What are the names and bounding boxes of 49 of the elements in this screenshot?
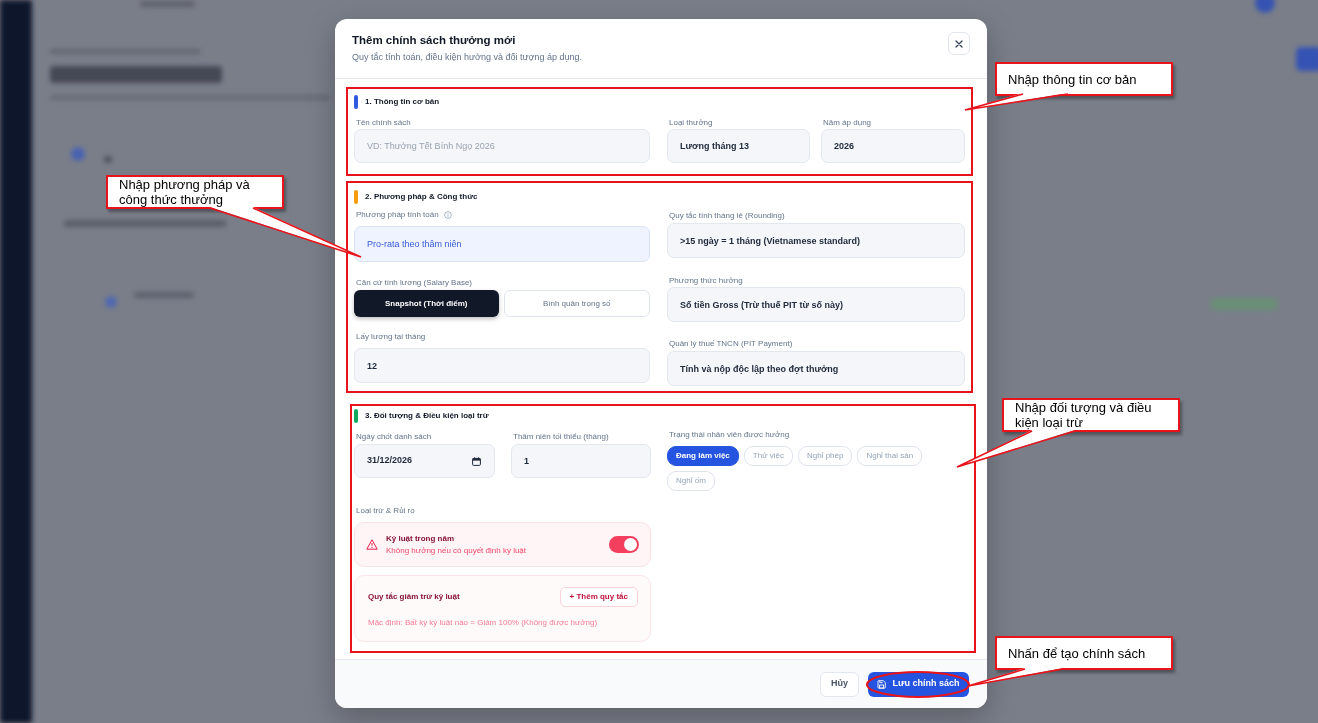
field-label: Quản lý thuế TNCN (PIT Payment): [668, 339, 794, 349]
add-rule-button[interactable]: + Thêm quy tắc: [559, 587, 638, 607]
close-icon: [955, 39, 963, 48]
field-label: Loại trừ & Rủi ro: [355, 506, 416, 516]
text-field[interactable]: Pro-rata theo thâm niên: [354, 226, 650, 262]
date-field[interactable]: 31/12/2026: [354, 444, 495, 478]
rule-description: Không hưởng nếu có quyết định kỷ luật: [386, 545, 527, 556]
text-field[interactable]: 12: [354, 348, 650, 383]
field-label: Ngày chốt danh sách: [355, 432, 433, 442]
field-label: Phương pháp tính toán: [355, 210, 439, 220]
field-label: Năm áp dụng: [822, 118, 873, 128]
text-field[interactable]: Số tiền Gross (Trừ thuế PIT từ số này): [667, 287, 965, 322]
status-chip[interactable]: Đang làm việc: [667, 446, 739, 466]
field-label: Trạng thái nhân viên được hưởng: [668, 430, 791, 440]
cancel-button[interactable]: Hủy: [820, 671, 859, 697]
field-label: Lấy lương tại tháng: [355, 332, 427, 342]
field-label: Thâm niên tối thiểu (tháng): [512, 432, 610, 442]
field-label: Phương thức hưởng: [668, 276, 744, 286]
field-label: Loại thưởng: [668, 118, 714, 128]
blurred-icon: [105, 296, 117, 308]
close-button[interactable]: [948, 32, 970, 55]
callout-note: Nhập phương pháp và công thức thưởng: [106, 175, 284, 209]
callout-note: Nhập đối tượng và điều kiện loại trừ: [1002, 398, 1180, 432]
deduction-note: Mặc định: Bất kỳ kỷ luật nào = Giảm 100% (Không được hưởng): [368, 618, 599, 628]
text-field[interactable]: VD: Thưởng Tết Bính Ngọ 2026: [354, 129, 650, 163]
section-heading: 2. Phương pháp & Công thức: [365, 192, 478, 202]
text-field[interactable]: 1: [511, 444, 651, 478]
text-field[interactable]: Lương tháng 13: [667, 129, 810, 163]
text-field[interactable]: >15 ngày = 1 tháng (Vietnamese standard): [667, 223, 965, 258]
text-field[interactable]: Tính và nộp độc lập theo đợt thưởng: [667, 351, 965, 386]
dialog-title: Thêm chính sách thưởng mới: [352, 33, 516, 48]
toggle-switch[interactable]: [609, 536, 639, 553]
text-field[interactable]: 2026: [821, 129, 965, 163]
dialog-subtitle: Quy tắc tính toán, điều kiện hưởng và đối tượng áp dụng.: [352, 51, 582, 63]
field-label: Tên chính sách: [355, 118, 412, 128]
deduction-title: Quy tắc giảm trừ kỷ luật: [368, 592, 460, 602]
segment-button[interactable]: Bình quân trọng số: [503, 290, 650, 317]
warning-icon: [366, 539, 378, 550]
field-label: Căn cứ tính lương (Salary Base): [355, 278, 473, 288]
blurred-icon: [71, 147, 85, 161]
segment-button[interactable]: Snapshot (Thời điểm): [354, 290, 499, 317]
section-heading: 1. Thông tin cơ bản: [365, 97, 440, 107]
field-label: Quy tắc tính tháng lẻ (Rounding): [668, 211, 786, 221]
section-heading: 3. Đối tượng & Điều kiện loại trừ: [365, 411, 489, 421]
blurred-avatar: [1255, 0, 1275, 13]
calendar-icon[interactable]: [472, 456, 481, 466]
rule-title: Kỷ luật trong năm: [386, 533, 455, 544]
blurred-block: [1296, 47, 1318, 71]
save-icon: [877, 679, 887, 689]
